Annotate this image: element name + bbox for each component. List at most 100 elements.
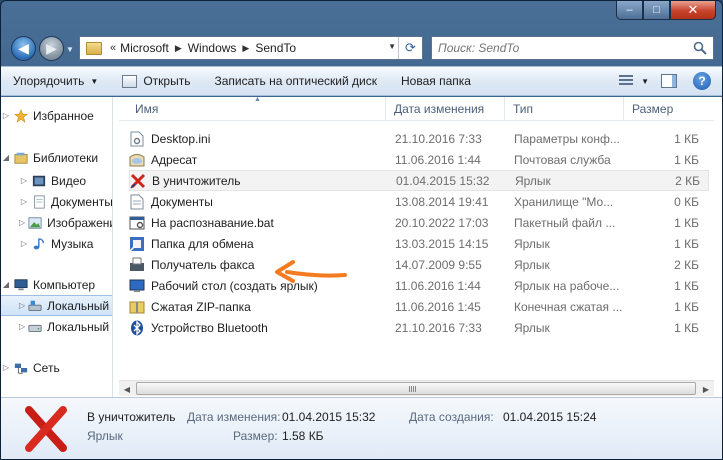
music-icon <box>33 237 45 249</box>
sidebar-item-label: Локальный диск (D:) <box>47 319 112 334</box>
breadcrumb-separator-icon[interactable]: ▶ <box>242 43 249 54</box>
batch-file-icon <box>129 215 145 231</box>
column-type[interactable]: Тип <box>505 97 624 121</box>
file-row[interactable]: Документы 13.08.2014 19:41 Хранилище "Мо… <box>129 191 709 212</box>
file-name: На распознавание.bat <box>151 215 274 230</box>
video-icon <box>32 175 46 186</box>
command-bar: Упорядочить ▼ Открыть Записать на оптиче… <box>1 66 722 96</box>
open-label: Открыть <box>143 74 191 88</box>
sidebar-item-label: Локальный диск (C:) <box>47 298 112 313</box>
file-row[interactable]: Адресат 11.06.2016 1:44 Почтовая служба … <box>129 149 709 170</box>
expand-arrow-icon[interactable]: ▷ <box>1 111 11 120</box>
expand-arrow-icon[interactable]: ▷ <box>19 301 25 310</box>
navigation-pane[interactable]: ▷ Избранное ◢ Библиотеки ▷ Видео ▷ Докум… <box>1 97 113 397</box>
forward-button[interactable]: ▶ <box>39 36 64 61</box>
file-row[interactable]: Папка для обмена 13.03.2015 14:15 Ярлык … <box>129 233 709 254</box>
file-date: 21.10.2016 7:33 <box>395 131 482 146</box>
file-row[interactable]: В уничтожитель 01.04.2015 15:32 Ярлык 2 … <box>129 170 709 191</box>
sidebar-item-pictures[interactable]: ▷ Изображения <box>1 212 112 233</box>
minimize-button[interactable]: – <box>616 1 643 20</box>
navigation-row: ◀ ▶ ▼ « Microsoft ▶ Windows ▶ SendTo ▼ ⟳ <box>1 33 722 63</box>
share-folder-icon <box>129 236 145 252</box>
column-date[interactable]: Дата изменения <box>386 97 505 121</box>
sidebar-item-libraries[interactable]: ◢ Библиотеки <box>1 147 112 168</box>
close-button[interactable]: ✕ <box>670 1 716 20</box>
open-button[interactable]: Открыть <box>110 67 202 95</box>
sidebar-item-drive-d[interactable]: ▷ Локальный диск (D:) <box>1 316 112 337</box>
sidebar-item-favorites[interactable]: ▷ Избранное <box>1 105 112 126</box>
sidebar-item-drive-c[interactable]: ▷ Локальный диск (C:) <box>1 295 112 316</box>
burn-label: Записать на оптический диск <box>214 74 377 88</box>
expand-arrow-icon[interactable]: ▷ <box>19 218 25 227</box>
sidebar-item-computer[interactable]: ◢ Компьютер <box>1 274 112 295</box>
file-row[interactable]: Сжатая ZIP-папка 11.06.2016 1:45 Конечна… <box>129 296 709 317</box>
breadcrumb-sendto[interactable]: SendTo <box>255 41 296 55</box>
maximize-button[interactable]: □ <box>643 1 670 20</box>
file-date: 13.08.2014 19:41 <box>395 194 489 209</box>
sidebar-item-music[interactable]: ▷ Музыка <box>1 233 112 254</box>
file-name: Сжатая ZIP-папка <box>151 299 251 314</box>
search-input[interactable] <box>438 41 688 55</box>
expand-arrow-icon[interactable]: ▷ <box>1 363 11 372</box>
expand-arrow-icon[interactable]: ▷ <box>19 322 25 331</box>
breadcrumb-microsoft[interactable]: Microsoft <box>120 41 169 55</box>
sidebar-item-documents[interactable]: ▷ Документы <box>1 191 112 212</box>
file-row[interactable]: Устройство Bluetooth 21.10.2016 7:33 Ярл… <box>129 317 709 338</box>
file-row[interactable]: Получатель факса 14.07.2009 9:55 Ярлык 2… <box>129 254 709 275</box>
column-type-label: Тип <box>513 102 534 116</box>
file-row[interactable]: Desktop.ini 21.10.2016 7:33 Параметры ко… <box>129 128 709 149</box>
back-button[interactable]: ◀ <box>11 36 36 61</box>
sidebar-item-label: Компьютер <box>33 277 96 292</box>
expand-arrow-icon[interactable]: ▷ <box>19 197 29 206</box>
file-type: Хранилище "Мо... <box>514 194 614 209</box>
file-date: 14.07.2009 9:55 <box>395 257 482 272</box>
expand-arrow-icon[interactable]: ▷ <box>19 239 29 248</box>
scroll-left-icon[interactable]: ◀ <box>119 381 135 397</box>
sidebar-item-network[interactable]: ▷ Сеть <box>1 357 112 378</box>
address-history-dropdown[interactable]: ▼ <box>388 42 396 51</box>
horizontal-scrollbar[interactable]: ◀ ▶ <box>119 380 714 396</box>
open-icon <box>122 74 138 88</box>
scroll-right-icon[interactable]: ▶ <box>698 381 714 397</box>
view-list-icon <box>619 75 634 87</box>
recent-pages-dropdown[interactable]: ▼ <box>66 45 74 54</box>
desktop-icon <box>129 278 145 294</box>
change-view-button[interactable]: ▼ <box>619 75 649 87</box>
file-size: 1 КБ <box>674 131 699 146</box>
file-list[interactable]: ▲ Имя Дата изменения Тип Размер Desktop.… <box>119 96 714 397</box>
file-size: 2 КБ <box>675 173 700 188</box>
file-name: Адресат <box>151 152 198 167</box>
preview-pane-icon[interactable] <box>661 74 677 88</box>
star-icon <box>14 108 28 123</box>
title-bar[interactable]: – □ ✕ <box>1 1 722 31</box>
new-folder-button[interactable]: Новая папка <box>389 67 483 95</box>
sidebar-item-label: Видео <box>51 173 87 188</box>
organize-button[interactable]: Упорядочить ▼ <box>1 67 110 95</box>
column-name[interactable]: ▲ Имя <box>119 96 386 121</box>
burn-button[interactable]: Записать на оптический диск <box>202 67 389 95</box>
column-size[interactable]: Размер <box>624 97 714 121</box>
breadcrumb-separator-icon[interactable]: ▶ <box>175 43 182 54</box>
scrollbar-thumb[interactable] <box>136 382 696 395</box>
collapse-arrow-icon[interactable]: ◢ <box>1 153 11 162</box>
expand-arrow-icon[interactable]: ▷ <box>19 176 29 185</box>
new-folder-label: Новая папка <box>400 74 471 88</box>
address-bar[interactable]: « Microsoft ▶ Windows ▶ SendTo ▼ ⟳ <box>79 36 423 60</box>
address-overflow-chevron[interactable]: « <box>110 42 116 54</box>
breadcrumb-windows[interactable]: Windows <box>188 41 237 55</box>
file-date: 21.10.2016 7:33 <box>395 320 482 335</box>
sidebar-item-video[interactable]: ▷ Видео <box>1 170 112 191</box>
refresh-icon[interactable]: ⟳ <box>398 37 422 59</box>
file-size: 1 КБ <box>674 236 699 251</box>
search-icon[interactable] <box>693 41 707 55</box>
file-name: Устройство Bluetooth <box>151 320 268 335</box>
zip-folder-icon <box>129 299 145 315</box>
file-name: В уничтожитель <box>152 173 241 188</box>
toolbar-right: ▼ ? <box>619 67 722 95</box>
help-icon[interactable]: ? <box>693 72 711 90</box>
file-row[interactable]: Рабочий стол (создать ярлык) 11.06.2016 … <box>129 275 709 296</box>
search-box[interactable] <box>431 36 714 60</box>
file-row[interactable]: На распознавание.bat 20.10.2022 17:03 Па… <box>129 212 709 233</box>
collapse-arrow-icon[interactable]: ◢ <box>1 280 11 289</box>
grip-icon <box>409 386 417 392</box>
